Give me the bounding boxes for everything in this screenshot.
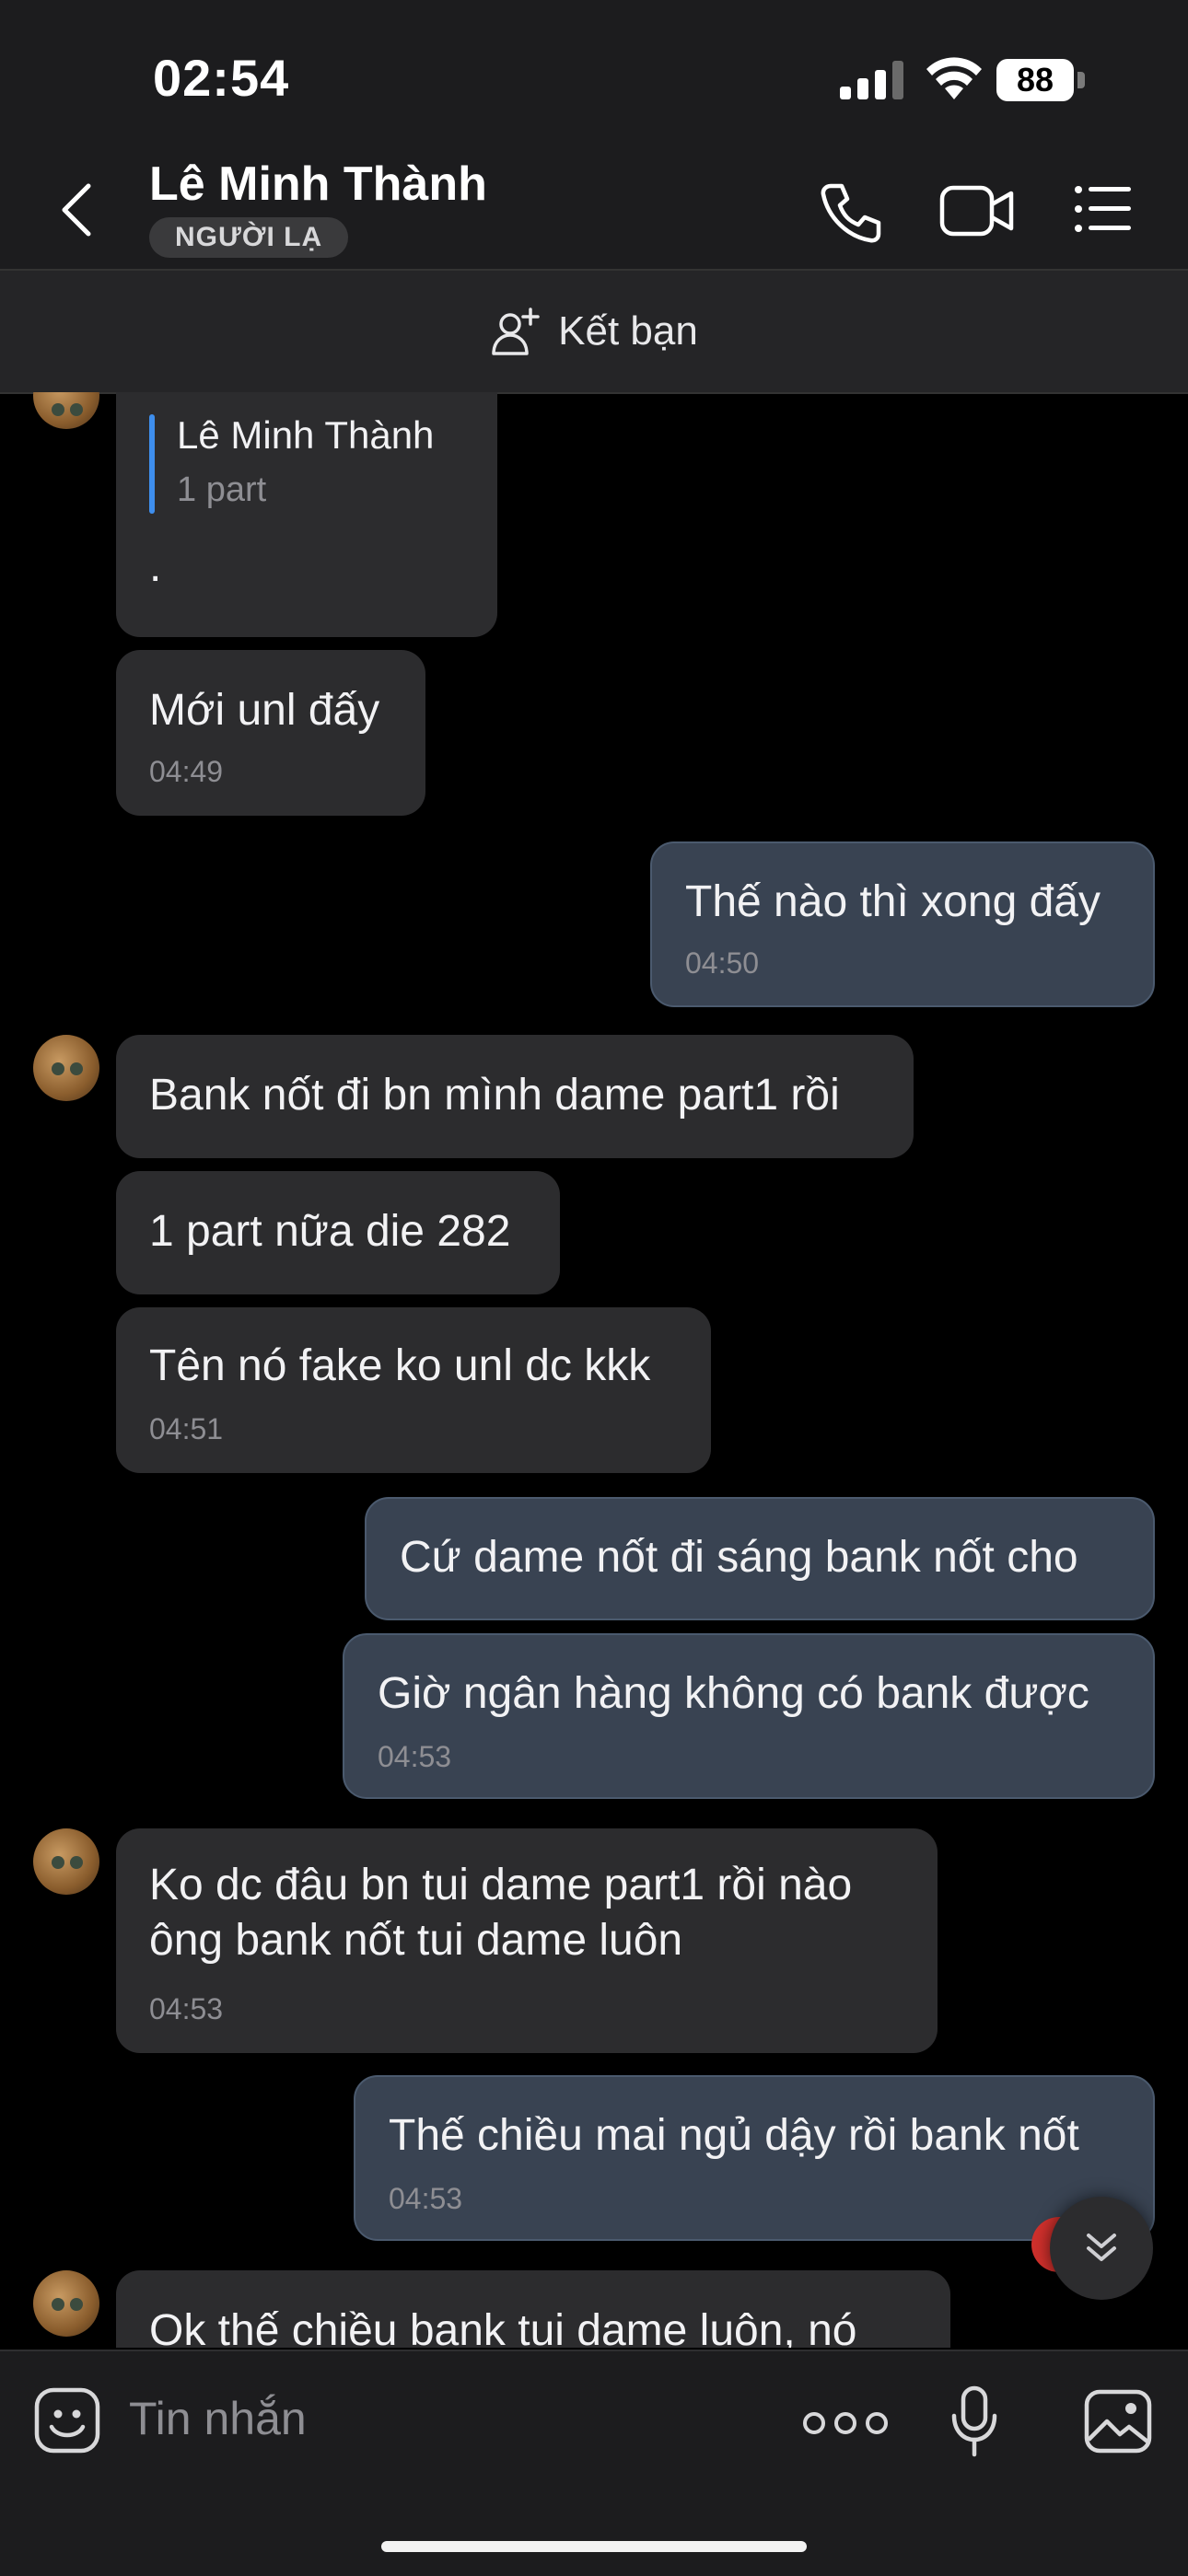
message-bubble-incoming[interactable]: Tên nó fake ko unl dc kkk 04:51 bbox=[116, 1307, 711, 1473]
message-input[interactable]: Tin nhắn bbox=[129, 2392, 307, 2445]
message-text: . bbox=[149, 542, 162, 591]
home-indicator bbox=[381, 2541, 807, 2552]
add-friend-icon bbox=[492, 307, 540, 355]
message-bubble-outgoing[interactable]: Cứ dame nốt đi sáng bank nốt cho bbox=[365, 1497, 1155, 1620]
wifi-icon bbox=[926, 57, 982, 99]
contact-avatar[interactable] bbox=[33, 2270, 99, 2337]
message-time: 04:53 bbox=[389, 2182, 463, 2215]
message-bubble-incoming[interactable]: Lê Minh Thành 1 part . bbox=[116, 392, 497, 637]
phone-icon[interactable] bbox=[818, 180, 884, 245]
message-time: 04:49 bbox=[149, 755, 224, 788]
add-friend-label: Kết bạn bbox=[558, 308, 698, 354]
message-text: Bank nốt đi bn mình dame part1 rồi bbox=[149, 1071, 840, 1120]
message-bubble-incoming[interactable]: Ko dc đâu bn tui dame part1 rồi nào ông … bbox=[116, 1828, 938, 2053]
add-friend-bar[interactable]: Kết bạn bbox=[0, 269, 1188, 394]
contact-avatar[interactable] bbox=[33, 392, 99, 429]
top-bar: 02:54 88 Lê Minh Thành NGƯỜI LẠ bbox=[0, 0, 1188, 269]
quote-text: 1 part bbox=[177, 470, 267, 509]
battery-level: 88 bbox=[1016, 61, 1054, 99]
message-bubble-incoming[interactable]: Ok thế chiều bank tui dame luôn, nó bbox=[116, 2270, 950, 2348]
message-time: 04:50 bbox=[685, 946, 760, 980]
message-text-line: ông bank nốt tui dame luôn bbox=[149, 1916, 683, 1965]
emoji-icon[interactable] bbox=[33, 2386, 101, 2454]
message-text-line: Ko dc đâu bn tui dame part1 rồi nào bbox=[149, 1861, 853, 1909]
contact-name[interactable]: Lê Minh Thành bbox=[149, 157, 487, 212]
message-time: 04:53 bbox=[378, 1740, 452, 1773]
message-text: Mới unl đấy bbox=[149, 686, 380, 735]
battery-indicator: 88 bbox=[996, 59, 1085, 101]
quote-author: Lê Minh Thành bbox=[177, 413, 435, 457]
microphone-icon[interactable] bbox=[949, 2385, 1000, 2458]
composer-bar: Tin nhắn bbox=[0, 2350, 1188, 2576]
status-time: 02:54 bbox=[153, 49, 290, 107]
message-time: 04:51 bbox=[149, 1412, 224, 1445]
contact-avatar[interactable] bbox=[33, 1035, 99, 1101]
message-text: Ok thế chiều bank tui dame luôn, nó bbox=[149, 2306, 857, 2348]
contact-avatar[interactable] bbox=[33, 1828, 99, 1895]
quote-accent-bar bbox=[149, 414, 155, 514]
message-bubble-incoming[interactable]: Bank nốt đi bn mình dame part1 rồi bbox=[116, 1035, 914, 1158]
message-list[interactable]: Lê Minh Thành 1 part . Mới unl đấy 04:49… bbox=[0, 392, 1188, 2348]
scroll-to-bottom-button[interactable] bbox=[1050, 2197, 1153, 2300]
back-icon[interactable] bbox=[55, 180, 101, 239]
message-text: Thế chiều mai ngủ dậy rồi bank nốt bbox=[389, 2111, 1079, 2160]
list-menu-icon[interactable] bbox=[1074, 184, 1133, 234]
message-text: 1 part nữa die 282 bbox=[149, 1207, 511, 1256]
image-icon[interactable] bbox=[1083, 2388, 1153, 2454]
message-bubble-outgoing[interactable]: Thế nào thì xong đấy 04:50 bbox=[650, 841, 1155, 1007]
message-bubble-incoming[interactable]: Mới unl đấy 04:49 bbox=[116, 650, 425, 816]
stranger-badge: NGƯỜI LẠ bbox=[149, 217, 349, 258]
message-time: 04:53 bbox=[149, 1992, 224, 2025]
video-icon[interactable] bbox=[939, 182, 1015, 239]
message-text: Cứ dame nốt đi sáng bank nốt cho bbox=[400, 1533, 1078, 1582]
more-icon[interactable] bbox=[801, 2407, 890, 2440]
cellular-signal-icon bbox=[840, 61, 903, 99]
double-chevron-down-icon bbox=[1087, 2234, 1116, 2261]
message-bubble-outgoing[interactable]: Giờ ngân hàng không có bank được 04:53 bbox=[343, 1633, 1155, 1799]
message-text: Tên nó fake ko unl dc kkk bbox=[149, 1341, 651, 1390]
message-text: Thế nào thì xong đấy bbox=[685, 877, 1101, 926]
message-text: Giờ ngân hàng không có bank được bbox=[378, 1669, 1089, 1718]
message-bubble-outgoing[interactable]: Thế chiều mai ngủ dậy rồi bank nốt 04:53 bbox=[354, 2075, 1155, 2241]
message-bubble-incoming[interactable]: 1 part nữa die 282 bbox=[116, 1171, 560, 1294]
